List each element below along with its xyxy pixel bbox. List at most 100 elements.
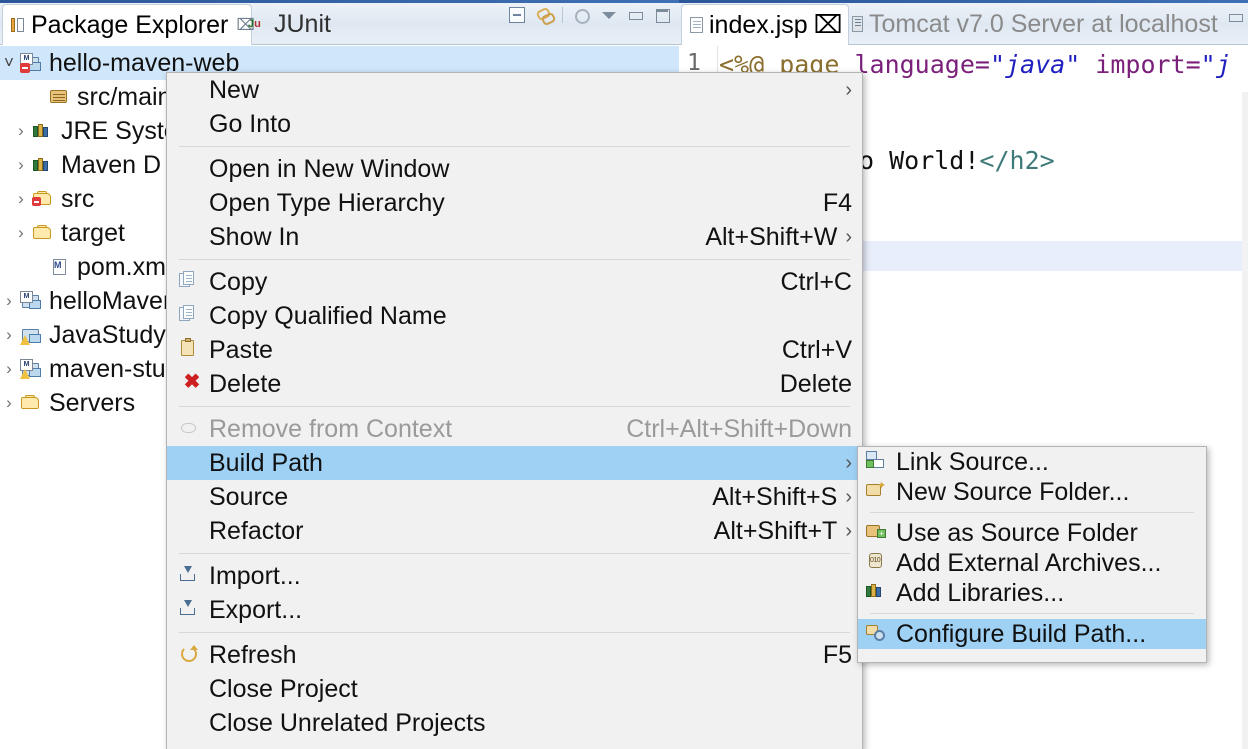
menu-item-close-project[interactable]: Close Project [167,672,862,706]
menu-item-paste[interactable]: Paste Ctrl+V [167,333,862,367]
twisty-expanded-icon[interactable]: ˅ [0,53,18,73]
menu-item-export[interactable]: Export... [167,593,862,627]
no-icon [179,520,205,542]
twisty-collapsed-icon[interactable]: › [12,155,30,175]
twisty-collapsed-icon[interactable]: › [0,359,18,379]
menu-item-label: Delete [209,369,282,398]
code-line-h2: o World!</h2> [859,146,1055,175]
submenu-item-configure-build-path[interactable]: Configure Build Path... [858,619,1206,649]
twisty-collapsed-icon[interactable]: › [12,223,30,243]
minimize-icon[interactable] [626,6,644,24]
no-icon [179,192,205,214]
menu-item-go-into[interactable]: Go Into [167,107,862,141]
editor-toolbar [1226,8,1244,26]
twisty-collapsed-icon[interactable]: › [0,325,18,345]
submenu-separator [870,613,1194,614]
menu-item-delete[interactable]: ✖ Delete Delete [167,367,862,401]
library-icon [32,156,54,174]
tree-label: helloMaven [49,286,177,315]
submenu-item-add-libraries[interactable]: Add Libraries... [858,578,1206,608]
no-icon [179,113,205,135]
submenu-item-link-source[interactable]: Link Source... [858,447,1206,477]
add-external-archives-icon: 010 [866,552,894,574]
submenu-item-label: New Source Folder... [896,477,1130,506]
close-icon[interactable]: ⌧ [814,10,843,40]
menu-item-close-unrelated-projects[interactable]: Close Unrelated Projects [167,706,862,740]
tree-label: Servers [49,388,136,417]
editor-tabbar: index.jsp ⌧ Tomcat v7.0 Server at localh… [679,0,1248,45]
menu-item-remove-from-context: Remove from Context Ctrl+Alt+Shift+Down [167,412,862,446]
submenu-separator [870,512,1194,513]
menu-item-copy-qualified-name[interactable]: Copy Qualified Name [167,299,862,333]
menu-separator [179,553,850,554]
tree-label: Maven D [61,150,162,179]
submenu-item-use-as-source-folder[interactable]: + Use as Source Folder [858,518,1206,548]
menu-item-copy[interactable]: Copy Ctrl+C [167,265,862,299]
menu-item-accelerator: Ctrl+V [781,335,852,364]
server-icon [852,16,863,32]
submenu-item-add-external-archives[interactable]: 010 Add External Archives... [858,548,1206,578]
menu-separator [179,406,850,407]
no-icon [179,158,205,180]
no-icon [179,712,205,734]
link-with-editor-icon[interactable] [535,6,553,24]
copy-qualified-name-icon [179,305,205,327]
menu-item-import[interactable]: Import... [167,559,862,593]
menu-item-accelerator: F4 [822,188,852,217]
submenu-item-new-source-folder[interactable]: ✦ New Source Folder... [858,477,1206,507]
menu-item-label: Build Path [209,448,323,477]
menu-item-new[interactable]: New › [167,73,862,107]
delete-icon: ✖ [183,371,201,393]
menu-item-open-type-hierarchy[interactable]: Open Type Hierarchy F4 [167,186,862,220]
submenu-item-label: Add Libraries... [896,578,1065,607]
configure-build-path-icon [866,623,894,645]
twisty-collapsed-icon[interactable]: › [0,291,18,311]
tree-label: JRE Syste [61,116,178,145]
library-icon [32,122,54,140]
tree-label: JavaStudy [49,320,166,349]
eclipse-ide-window: Package Explorer ⌧ Ju JUnit ˅ M hello-ma… [0,0,1248,749]
menu-item-accelerator: Alt+Shift+W [705,222,838,251]
tab-tomcat-server[interactable]: Tomcat v7.0 Server at localhost [844,4,1226,44]
menu-item-label: Refresh [209,640,297,669]
menu-item-build-path[interactable]: Build Path › [167,446,862,480]
tab-package-explorer[interactable]: Package Explorer ⌧ [2,4,255,45]
collapse-all-icon[interactable] [508,6,526,24]
submenu-arrow-icon: › [845,79,852,101]
tab-junit[interactable]: Ju JUnit [240,4,339,44]
submenu-item-label: Add External Archives... [896,548,1162,577]
twisty-collapsed-icon[interactable]: › [0,393,18,413]
junit-icon: Ju [248,18,261,30]
maven-project-icon: M [20,291,42,311]
maximize-icon[interactable] [653,6,671,24]
editor-tabbar-accent-line [679,0,1248,3]
tab-junit-label: JUnit [274,9,331,38]
tab-tomcat-server-label: Tomcat v7.0 Server at localhost [869,9,1218,38]
view-menu-icon[interactable] [599,6,617,24]
twisty-collapsed-icon[interactable]: › [12,189,30,209]
editor-vertical-scrollbar[interactable] [1242,92,1248,749]
menu-item-refresh[interactable]: Refresh F5 [167,638,862,672]
editor-minimize-icon[interactable] [1226,8,1244,26]
link-source-icon [866,451,894,473]
menu-item-show-in[interactable]: Show In Alt+Shift+W › [167,220,862,254]
menu-item-source[interactable]: Source Alt+Shift+S › [167,480,862,514]
paste-icon [179,338,205,361]
no-icon [179,79,205,101]
tab-index-jsp[interactable]: index.jsp ⌧ [681,4,849,45]
no-icon [179,486,205,508]
menu-item-accelerator: Delete [779,369,852,398]
menu-item-open-in-new-window[interactable]: Open in New Window [167,152,862,186]
toolbar-separator [562,7,563,23]
submenu-item-label: Use as Source Folder [896,518,1138,547]
menu-item-label: Paste [209,335,273,364]
tree-label: src/main/ [77,82,179,111]
package-explorer-icon [11,17,25,33]
menu-item-label: Close Unrelated Projects [209,708,486,737]
focus-on-active-task-icon[interactable] [572,6,590,24]
menu-item-refactor[interactable]: Refactor Alt+Shift+T › [167,514,862,548]
tree-label: src [61,184,95,213]
import-icon [179,565,205,587]
menu-item-label: Copy Qualified Name [209,301,447,330]
twisty-collapsed-icon[interactable]: › [12,121,30,141]
